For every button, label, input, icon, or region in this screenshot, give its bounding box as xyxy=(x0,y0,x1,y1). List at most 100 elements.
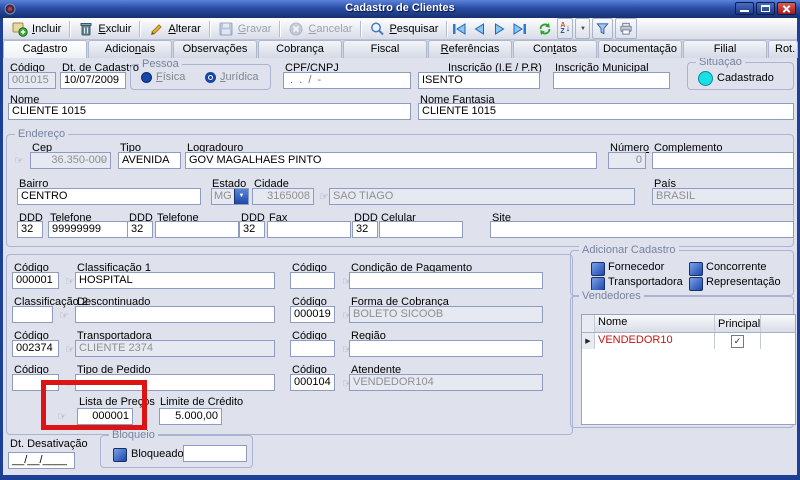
status-badge: Cadastrado xyxy=(717,72,774,84)
condicao-field[interactable] xyxy=(349,272,543,289)
cep-lookup-button[interactable]: ☞ xyxy=(11,154,27,169)
tipo-field[interactable]: AVENIDA xyxy=(118,152,181,169)
representacao-label: Representação xyxy=(706,276,781,288)
fisica-radio xyxy=(141,72,152,83)
lista-precos-lookup-button[interactable]: ☞ xyxy=(54,410,70,425)
incluir-button[interactable]: Incluir xyxy=(6,19,67,39)
tab-content-cadastro: Código 001015 Dt. de Cadastro 10/07/2009… xyxy=(3,58,797,475)
transportadora-checkbox[interactable] xyxy=(591,277,605,291)
telefone1-field[interactable]: 99999999 xyxy=(48,221,128,238)
ddd3-field[interactable]: 32 xyxy=(239,221,265,238)
filter-button[interactable] xyxy=(592,18,613,39)
nav-last-button[interactable] xyxy=(509,19,529,38)
inscricao-field[interactable]: ISENTO xyxy=(418,72,540,89)
tab-cadastro[interactable]: Cadastro xyxy=(3,40,87,58)
sort-options-dropdown[interactable]: ▼ xyxy=(575,18,590,39)
juridica-label: Jurídica xyxy=(220,71,259,83)
alterar-button[interactable]: Alterar xyxy=(142,19,206,39)
numero-field: 0 xyxy=(608,152,646,169)
tab-fiscal[interactable]: Fiscal xyxy=(343,40,427,58)
fax-field[interactable] xyxy=(267,221,351,238)
pessoa-group-title: Pessoa xyxy=(139,58,182,70)
tab-rot[interactable]: Rot. xyxy=(768,40,798,58)
tipo-lookup-button[interactable]: ☞ xyxy=(95,154,111,169)
gravar-icon xyxy=(218,21,234,37)
site-field[interactable] xyxy=(490,221,794,238)
dt-desativacao-field[interactable]: __/__/____ xyxy=(8,452,75,469)
estado-value: MG xyxy=(212,189,234,204)
estado-select[interactable]: MG ▼ xyxy=(211,188,249,205)
fornecedor-checkbox[interactable] xyxy=(591,262,605,276)
classif2-lookup-button[interactable]: ☞ xyxy=(56,309,72,324)
sort-arrow-icon: ↓ xyxy=(565,24,570,34)
excluir-button[interactable]: Excluir xyxy=(72,19,137,39)
refresh-button[interactable] xyxy=(535,19,555,38)
sort-button[interactable]: AZ ↓ xyxy=(557,18,573,39)
condicao-codigo-field[interactable] xyxy=(290,272,335,289)
nav-next-icon xyxy=(492,22,507,36)
tab-documentacao[interactable]: Documentação xyxy=(598,40,682,58)
representacao-checkbox[interactable] xyxy=(689,277,703,291)
alterar-icon xyxy=(148,21,164,37)
bloqueio-title: Bloqueio xyxy=(109,429,158,441)
window-title: Cadastro de Clientes xyxy=(0,2,800,14)
tab-adicionais[interactable]: Adicionais xyxy=(88,40,172,58)
nav-prev-button[interactable] xyxy=(469,19,489,38)
transportadora-codigo-field[interactable]: 002374 xyxy=(12,340,59,357)
concorrente-checkbox[interactable] xyxy=(689,262,703,276)
dt-cadastro-field[interactable]: 10/07/2009 xyxy=(60,72,126,89)
limite-credito-field[interactable]: 5.000,00 xyxy=(159,408,222,425)
regiao-codigo-field[interactable] xyxy=(290,340,335,357)
atendente-codigo-field[interactable]: 000104 xyxy=(290,374,335,391)
tab-referencias[interactable]: Referências xyxy=(428,40,512,58)
tab-observacoes[interactable]: Observações xyxy=(173,40,257,58)
maximize-button[interactable] xyxy=(756,2,775,15)
nav-next-button[interactable] xyxy=(489,19,509,38)
toolbar: Incluir Excluir Alterar Gravar Cancelar xyxy=(3,18,797,40)
cidade-field: SAO TIAGO xyxy=(329,188,635,205)
cidade-codigo-field: 3165008 xyxy=(252,188,314,205)
lista-precos-field[interactable]: 000001 xyxy=(77,408,133,425)
ddd4-field[interactable]: 32 xyxy=(352,221,378,238)
principal-checkbox[interactable]: ✓ xyxy=(731,335,744,348)
nav-last-icon xyxy=(511,22,528,36)
cancelar-icon xyxy=(288,21,304,37)
celular-field[interactable] xyxy=(379,221,463,238)
forma-codigo-field[interactable]: 000019 xyxy=(290,306,335,323)
tab-cobranca[interactable]: Cobrança xyxy=(258,40,342,58)
descontinuado-field[interactable] xyxy=(75,306,275,323)
tipo-pedido-codigo-field[interactable] xyxy=(12,374,59,391)
tab-filial[interactable]: Filial xyxy=(683,40,767,58)
pesquisar-button[interactable]: Pesquisar xyxy=(363,19,444,39)
nome-field[interactable]: CLIENTE 1015 xyxy=(8,103,411,120)
table-row[interactable]: ▶ VENDEDOR10 ✓ xyxy=(582,333,795,349)
cpf-cnpj-field[interactable]: . . / - xyxy=(283,72,411,89)
tipo-pedido-field[interactable] xyxy=(75,374,275,391)
regiao-field[interactable] xyxy=(349,340,543,357)
chevron-down-icon[interactable]: ▼ xyxy=(234,189,248,204)
ddd2-field[interactable]: 32 xyxy=(127,221,153,238)
col-header-nome: Nome xyxy=(595,315,715,332)
refresh-icon xyxy=(537,21,553,37)
nome-fantasia-field[interactable]: CLIENTE 1015 xyxy=(418,103,794,120)
classif1-field[interactable]: HOSPITAL xyxy=(75,272,275,289)
bloqueado-checkbox[interactable] xyxy=(113,448,127,462)
logradouro-field[interactable]: GOV MAGALHAES PINTO xyxy=(185,152,597,169)
lista-precos-label: Lista de Preços xyxy=(79,396,155,408)
telefone2-field[interactable] xyxy=(155,221,239,238)
print-button[interactable] xyxy=(615,18,637,39)
maximize-icon xyxy=(761,5,770,12)
gravar-button: Gravar xyxy=(212,19,278,39)
inscricao-municipal-field[interactable] xyxy=(553,72,670,89)
ddd1-field[interactable]: 32 xyxy=(17,221,43,238)
bloqueado-em-field[interactable] xyxy=(183,445,247,462)
minimize-button[interactable] xyxy=(735,2,754,15)
close-button[interactable] xyxy=(777,2,796,15)
forma-field: BOLETO SICOOB xyxy=(349,306,543,323)
tab-contatos[interactable]: Contatos xyxy=(513,40,597,58)
classif1-codigo-field[interactable]: 000001 xyxy=(12,272,59,289)
bairro-field[interactable]: CENTRO xyxy=(17,188,201,205)
classif2-codigo-field[interactable] xyxy=(12,306,53,323)
nav-first-button[interactable] xyxy=(449,19,469,38)
complemento-field[interactable] xyxy=(652,152,794,169)
